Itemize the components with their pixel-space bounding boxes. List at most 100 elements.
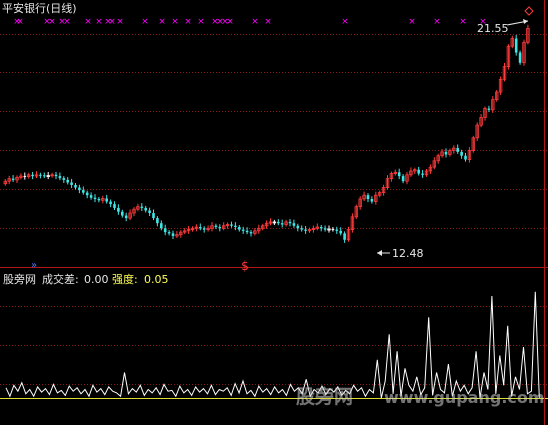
signal-x-mark: × bbox=[95, 17, 103, 27]
kline-chart[interactable]: ×× ×× ×× × × ×× × × × × × × ×××× × × × × × × ×$ » bbox=[0, 0, 548, 425]
low-pointer-head bbox=[377, 250, 382, 256]
candle-body bbox=[97, 199, 101, 201]
candle-body bbox=[54, 174, 58, 177]
candle-body bbox=[234, 225, 237, 228]
signal-x-mark: × bbox=[459, 17, 467, 27]
signal-x-mark: × bbox=[408, 17, 416, 27]
candle-body bbox=[304, 229, 307, 231]
high-pointer-head bbox=[523, 19, 528, 24]
signal-x-mark: × bbox=[48, 17, 56, 27]
candle-body bbox=[249, 232, 253, 234]
signal-x-mark: × bbox=[63, 17, 71, 27]
signal-x-mark: × bbox=[341, 17, 349, 27]
candle-body bbox=[339, 230, 342, 234]
candle-body bbox=[121, 211, 124, 216]
candle-body bbox=[518, 52, 522, 63]
candle-body bbox=[144, 207, 147, 211]
watermark-text: 股旁网 bbox=[296, 386, 354, 408]
indicator-line bbox=[5, 291, 540, 399]
candle-body bbox=[82, 190, 85, 193]
candle-body bbox=[74, 184, 77, 188]
candle-body bbox=[11, 178, 15, 180]
candle-body bbox=[66, 179, 69, 183]
indicator-panel bbox=[5, 291, 540, 399]
candle-body bbox=[456, 148, 459, 152]
candle-body bbox=[343, 233, 346, 240]
candle-body bbox=[401, 176, 405, 182]
high-price-label: 21.55 bbox=[477, 22, 509, 35]
candle-body bbox=[366, 195, 370, 200]
candle-body bbox=[487, 108, 491, 110]
candle-body bbox=[421, 173, 424, 175]
candle-body bbox=[167, 232, 171, 234]
candle-body bbox=[199, 227, 202, 229]
candle-body bbox=[202, 228, 206, 230]
candle-body bbox=[58, 176, 62, 179]
signal-x-mark: × bbox=[84, 17, 92, 27]
signal-x-mark: × bbox=[184, 17, 192, 27]
candle-body bbox=[288, 221, 292, 224]
signal-x-mark: × bbox=[171, 17, 179, 27]
candle-body bbox=[230, 224, 233, 226]
candle-body bbox=[280, 223, 284, 225]
indicator-label-strength: 强度: bbox=[112, 273, 138, 286]
candle-body bbox=[514, 38, 518, 53]
candle-body bbox=[323, 228, 327, 230]
signal-x-mark: × bbox=[141, 17, 149, 27]
indicator-label-diff: 成交差: bbox=[42, 273, 79, 286]
candle-body bbox=[43, 175, 46, 177]
candle-body bbox=[460, 151, 463, 156]
candle-body bbox=[444, 151, 448, 155]
candle-body bbox=[140, 206, 144, 208]
candle-body bbox=[218, 227, 222, 229]
signal-x-mark: × bbox=[16, 17, 24, 27]
candle-body bbox=[335, 229, 339, 231]
candle-body bbox=[245, 230, 249, 233]
grid-lines bbox=[0, 0, 548, 425]
candle-body bbox=[124, 215, 128, 219]
candle-body bbox=[296, 225, 300, 229]
candle-body bbox=[62, 178, 66, 180]
signal-x-mark: × bbox=[108, 17, 116, 27]
candlesticks bbox=[3, 24, 530, 243]
signal-x-mark: × bbox=[158, 17, 166, 27]
buy-signal-mark: $ bbox=[241, 259, 249, 273]
candle-body bbox=[331, 229, 335, 231]
candle-body bbox=[370, 199, 374, 202]
candle-body bbox=[171, 233, 175, 236]
candle-body bbox=[39, 174, 42, 176]
candle-body bbox=[105, 198, 108, 202]
low-price-label: 12.48 bbox=[392, 247, 424, 260]
candle-body bbox=[152, 213, 155, 219]
signal-x-mark: × bbox=[197, 17, 205, 27]
indicator-value-strength: 0.05 bbox=[144, 273, 169, 286]
signal-x-mark: × bbox=[251, 17, 259, 27]
signal-x-mark: × bbox=[433, 17, 441, 27]
candle-body bbox=[78, 187, 81, 191]
candle-body bbox=[89, 195, 93, 198]
signal-x-mark: × bbox=[226, 17, 234, 27]
chart-title: 平安银行(日线) bbox=[2, 2, 77, 15]
candle-body bbox=[241, 229, 245, 231]
signal-x-mark: × bbox=[116, 17, 124, 27]
candle-body bbox=[397, 172, 401, 177]
indicator-name: 股旁网 bbox=[3, 273, 36, 286]
double-chevron-icon: » bbox=[31, 260, 37, 271]
candle-body bbox=[417, 169, 420, 174]
candle-body bbox=[156, 218, 159, 224]
candle-body bbox=[214, 225, 218, 228]
candle-body bbox=[292, 223, 296, 226]
candle-body bbox=[113, 204, 116, 208]
candle-body bbox=[277, 221, 280, 224]
candle-body bbox=[163, 228, 167, 233]
signal-x-mark: × bbox=[264, 17, 272, 27]
candle-body bbox=[300, 228, 303, 230]
diamond-icon bbox=[524, 6, 534, 16]
watermark-url: www.gupang.com bbox=[384, 388, 545, 407]
signal-marks: ×× ×× ×× × × ×× × × × × × × ×××× × × × × × × ×$ bbox=[13, 17, 487, 273]
candle-body bbox=[160, 223, 163, 229]
candle-body bbox=[117, 207, 120, 212]
candle-body bbox=[93, 197, 97, 200]
candle-body bbox=[464, 155, 467, 160]
candle-body bbox=[70, 182, 73, 185]
